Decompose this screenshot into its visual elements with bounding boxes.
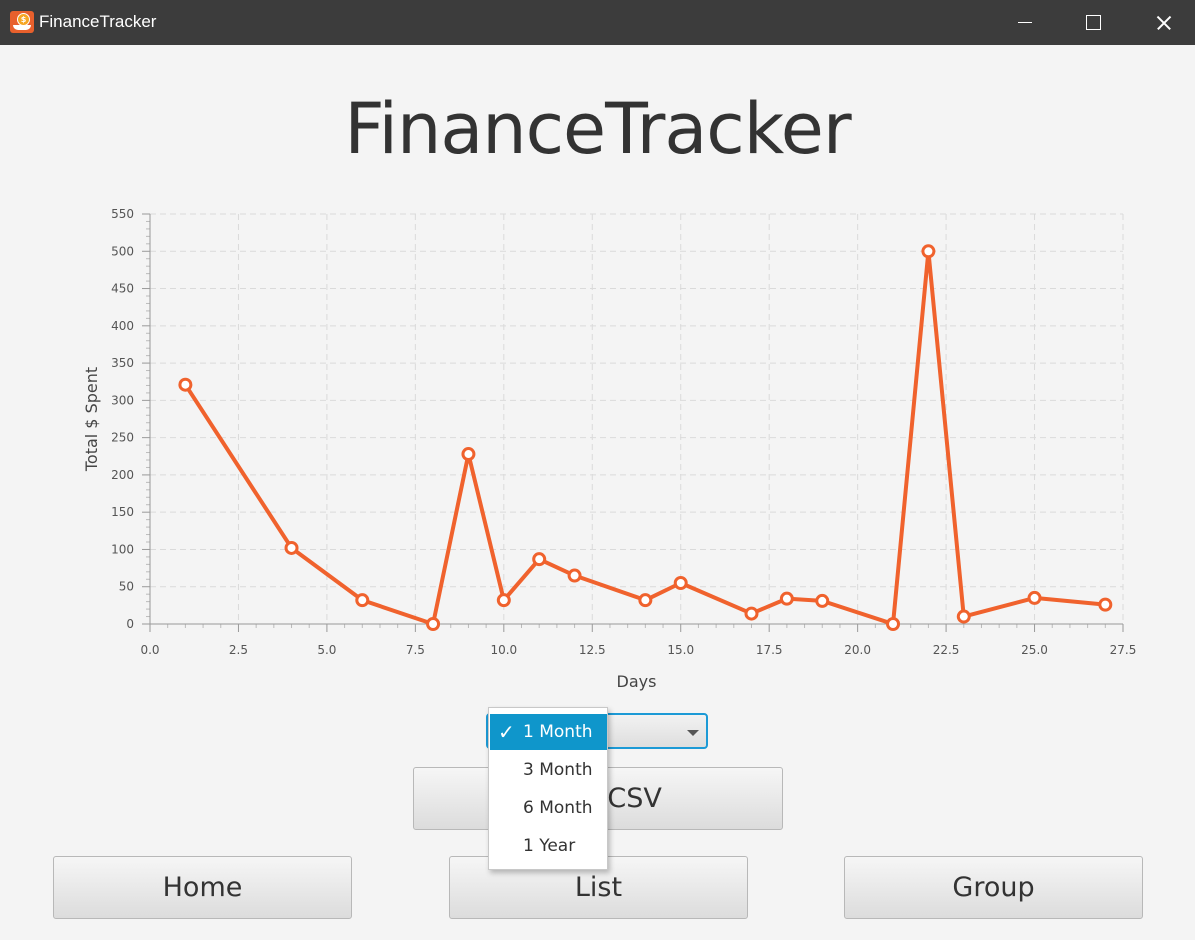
- range-option-1-month[interactable]: ✓ 1 Month: [490, 714, 607, 750]
- data-point: [567, 568, 582, 583]
- y-tick-label: 500: [111, 244, 134, 258]
- x-tick-label: 0.0: [140, 643, 159, 657]
- x-tick-label: 7.5: [406, 643, 425, 657]
- spending-line-chart: 0 50 100 150 200 250 300 350 400 450 500 550 0.0 2.5 5…: [82, 207, 1137, 691]
- y-tick-label: 250: [111, 431, 134, 445]
- x-tick-label: 27.5: [1110, 643, 1137, 657]
- x-axis-label: Days: [617, 672, 657, 691]
- x-tick-label: 20.0: [844, 643, 871, 657]
- y-tick-label: 100: [111, 542, 134, 556]
- x-tick-label: 15.0: [667, 643, 694, 657]
- y-tick-label: 450: [111, 282, 134, 296]
- data-point: [461, 447, 476, 462]
- check-icon: ✓: [498, 720, 515, 744]
- data-point: [956, 609, 971, 624]
- data-point: [426, 617, 441, 631]
- data-point: [886, 617, 901, 631]
- y-tick-label: 0: [126, 617, 134, 631]
- y-tick-label: 350: [111, 356, 134, 370]
- x-tick-label: 5.0: [317, 643, 336, 657]
- data-point: [496, 593, 511, 608]
- x-tick-label: 25.0: [1021, 643, 1048, 657]
- home-button[interactable]: Home: [53, 856, 352, 919]
- range-option-3-month[interactable]: 3 Month: [490, 752, 607, 788]
- range-dropdown-menu: ✓ 1 Month 3 Month 6 Month 1 Year: [488, 707, 608, 870]
- y-tick-label: 400: [111, 319, 134, 333]
- data-point: [815, 593, 830, 608]
- y-axis-label: Total $ Spent: [82, 367, 101, 472]
- x-tick-label: 2.5: [229, 643, 248, 657]
- data-point: [744, 606, 759, 621]
- x-tick-label: 10.0: [490, 643, 517, 657]
- data-point: [673, 576, 688, 590]
- data-point: [355, 593, 370, 608]
- x-tick-label: 17.5: [756, 643, 783, 657]
- y-tick-label: 200: [111, 468, 134, 482]
- range-option-1-year[interactable]: 1 Year: [490, 828, 607, 864]
- y-tick-label: 550: [111, 207, 134, 221]
- range-option-6-month[interactable]: 6 Month: [490, 790, 607, 826]
- y-tick-label: 300: [111, 393, 134, 407]
- data-point: [532, 552, 547, 567]
- data-point: [921, 244, 936, 259]
- data-point: [284, 540, 299, 555]
- data-point: [779, 591, 794, 606]
- chevron-down-icon[interactable]: [687, 730, 699, 736]
- data-point: [178, 377, 193, 392]
- x-tick-label: 22.5: [933, 643, 960, 657]
- data-point: [1027, 590, 1042, 605]
- y-tick-label: 50: [119, 580, 134, 594]
- data-point: [638, 593, 653, 608]
- x-tick-label: 12.5: [579, 643, 606, 657]
- group-button[interactable]: Group: [844, 856, 1143, 919]
- data-point: [1098, 597, 1113, 612]
- y-tick-label: 150: [111, 505, 134, 519]
